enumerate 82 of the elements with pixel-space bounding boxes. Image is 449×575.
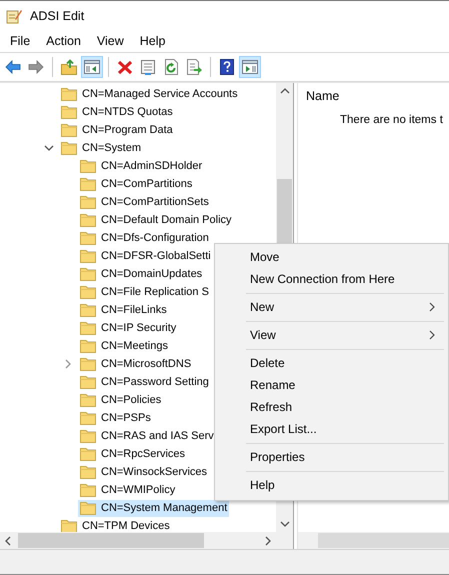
menu-item[interactable]: Move xyxy=(217,246,446,268)
notepad-icon xyxy=(6,8,22,24)
folder-icon xyxy=(80,356,96,372)
tree-item[interactable]: CN=PSPs xyxy=(78,410,153,426)
folder-icon xyxy=(61,140,77,156)
folder-icon xyxy=(80,374,96,390)
window-title: ADSI Edit xyxy=(30,8,84,22)
folder-icon xyxy=(80,464,96,480)
folder-icon xyxy=(80,338,96,354)
menu-item[interactable]: Delete xyxy=(217,352,446,374)
menu-item[interactable]: Help xyxy=(132,34,174,48)
tree-item[interactable]: CN=System xyxy=(59,140,143,156)
tree-item[interactable]: CN=DFSR-GlobalSetti xyxy=(78,248,213,264)
menu-item[interactable]: Rename xyxy=(217,374,446,396)
tree-item[interactable]: CN=TPM Devices xyxy=(59,518,172,532)
folder-icon xyxy=(80,446,96,462)
folder-icon xyxy=(80,482,96,498)
back-arrow-icon xyxy=(5,59,21,75)
horizontal-scrollbar[interactable] xyxy=(0,532,293,549)
menu-item[interactable]: New xyxy=(217,296,446,318)
tree-item[interactable]: CN=DomainUpdates xyxy=(78,266,204,282)
folder-icon xyxy=(61,104,77,120)
menu-item[interactable]: Properties xyxy=(217,446,446,468)
folder-icon xyxy=(80,302,96,318)
folder-up-icon xyxy=(61,59,77,75)
menu-item[interactable]: Export List... xyxy=(217,418,446,440)
properties-icon xyxy=(140,59,156,75)
menu-item[interactable]: View xyxy=(217,324,446,346)
tree-item[interactable]: CN=Policies xyxy=(78,392,164,408)
tree-item[interactable]: CN=Dfs-Configuration xyxy=(78,230,211,246)
delete-icon xyxy=(117,59,133,75)
tree-item[interactable]: CN=RpcServices xyxy=(78,446,188,462)
refresh-icon xyxy=(163,59,179,75)
menu-item[interactable]: New Connection from Here xyxy=(217,268,446,290)
tree-item[interactable]: CN=System Management xyxy=(78,500,230,516)
folder-icon xyxy=(61,518,77,532)
tree-item[interactable]: CN=Program Data xyxy=(59,122,175,138)
tree-item[interactable]: CN=RAS and IAS Serv xyxy=(78,428,216,444)
menu-item[interactable]: Help xyxy=(217,474,446,496)
folder-icon xyxy=(80,212,96,228)
forward-arrow-icon xyxy=(28,59,44,75)
folder-icon xyxy=(61,122,77,138)
tree-item[interactable]: CN=ComPartitions xyxy=(78,176,194,192)
tree-item[interactable]: CN=Managed Service Accounts xyxy=(59,86,240,102)
folder-icon xyxy=(80,266,96,282)
empty-message: There are no items t xyxy=(339,114,443,126)
folder-icon xyxy=(80,284,96,300)
folder-icon xyxy=(80,248,96,264)
folder-icon xyxy=(80,320,96,336)
folder-icon xyxy=(80,500,96,516)
menu-item[interactable]: File xyxy=(2,34,38,48)
tree-item[interactable]: CN=Password Setting xyxy=(78,374,211,390)
menu-item[interactable]: Action xyxy=(38,34,89,48)
tree-item[interactable]: CN=Meetings xyxy=(78,338,170,354)
folder-icon xyxy=(80,392,96,408)
folder-icon xyxy=(80,194,96,210)
folder-icon xyxy=(80,176,96,192)
tree-item[interactable]: CN=NTDS Quotas xyxy=(59,104,175,120)
tree-item[interactable]: CN=ComPartitionSets xyxy=(78,194,211,210)
export-list-icon xyxy=(186,59,202,75)
console-tree-icon xyxy=(84,59,100,75)
tree-item[interactable]: CN=AdminSDHolder xyxy=(78,158,204,174)
action-pane-icon xyxy=(242,59,258,75)
tree-item[interactable]: CN=IP Security xyxy=(78,320,178,336)
folder-icon xyxy=(80,230,96,246)
horizontal-scrollbar[interactable] xyxy=(298,532,449,549)
menu-item[interactable]: Refresh xyxy=(217,396,446,418)
folder-icon xyxy=(80,158,96,174)
tree-item[interactable]: CN=MicrosoftDNS xyxy=(78,356,194,372)
scroll-thumb[interactable] xyxy=(318,533,449,548)
tree-item[interactable]: CN=FileLinks xyxy=(78,302,169,318)
folder-icon xyxy=(80,428,96,444)
folder-icon xyxy=(61,86,77,102)
tree-item[interactable]: CN=File Replication S xyxy=(78,284,211,300)
folder-icon xyxy=(80,410,96,426)
tree-item[interactable]: CN=WinsockServices xyxy=(78,464,210,480)
column-header[interactable]: Name xyxy=(306,89,340,103)
tree-item[interactable]: CN=Default Domain Policy xyxy=(78,212,234,228)
scroll-thumb[interactable] xyxy=(18,533,204,548)
help-icon xyxy=(219,59,235,75)
menu-item[interactable]: View xyxy=(88,34,132,48)
tree-item[interactable]: CN=WMIPolicy xyxy=(78,482,178,498)
